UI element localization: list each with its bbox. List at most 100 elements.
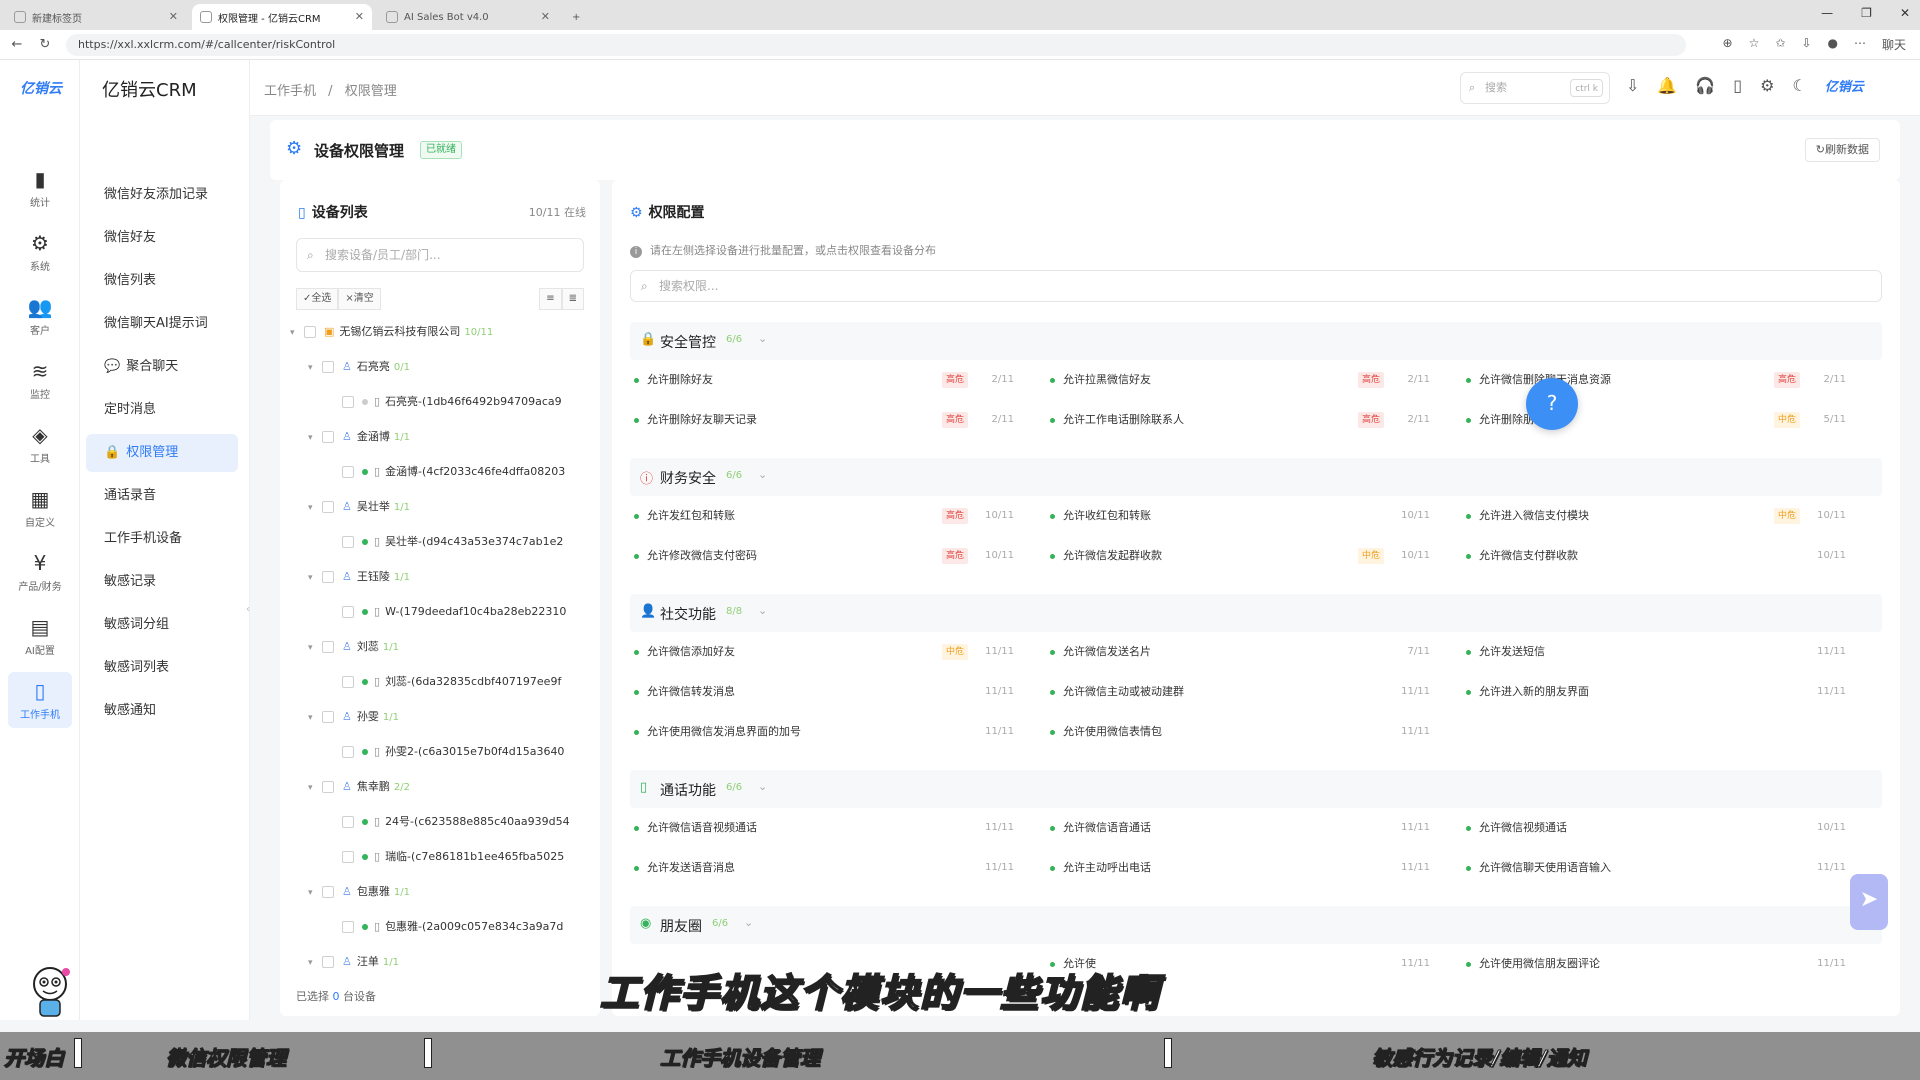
permission-item[interactable]: 允许进入新的朋友界面 11/11 — [1466, 682, 1846, 702]
device-node[interactable]: ▯ 刘蕊-(6da32835cdbf407197ee9f — [342, 670, 590, 694]
browser-tab-1[interactable]: 新建标签页 ✕ — [6, 4, 186, 30]
close-icon[interactable]: ✕ — [169, 10, 178, 23]
device-node[interactable]: ▯ 孙雯2-(c6a3015e7b0f4d15a3640 — [342, 740, 590, 764]
permission-section-header[interactable]: 👤 社交功能 8/8 ⌄ — [630, 594, 1882, 632]
chevron-down-icon[interactable]: ⌄ — [758, 780, 767, 793]
chevron-down-icon[interactable]: ⌄ — [758, 468, 767, 481]
permission-item[interactable]: 允许发红包和转账 高危 10/11 — [634, 506, 1014, 526]
caret-icon[interactable]: ▾ — [308, 636, 322, 659]
collapse-handle[interactable]: ‹ — [246, 604, 250, 615]
rail-item-1[interactable]: ⚙ 系统 — [8, 224, 72, 280]
clear-button[interactable]: ×清空 — [338, 288, 381, 310]
permission-item[interactable]: 允许删除朋友圈 中危 5/11 — [1466, 410, 1846, 430]
caret-icon[interactable]: ▾ — [308, 706, 322, 729]
checkbox[interactable] — [342, 851, 354, 863]
caret-icon[interactable]: ▾ — [308, 776, 322, 799]
chevron-down-icon[interactable]: ⌄ — [758, 604, 767, 617]
menu-item-1[interactable]: 微信好友 — [86, 219, 238, 257]
permission-section-header[interactable]: ◉ 朋友圈 6/6 ⌄ — [630, 906, 1882, 944]
caret-icon[interactable]: ▾ — [290, 321, 304, 344]
checkbox[interactable] — [322, 431, 334, 443]
permission-item[interactable]: 允许使用微信表情包 11/11 — [1050, 722, 1430, 742]
checkbox[interactable] — [322, 501, 334, 513]
company-node[interactable]: ▾ ▣ 无锡亿销云科技有限公司 10/11 — [290, 320, 590, 344]
permission-item[interactable]: 允许微信视频通话 10/11 — [1466, 818, 1846, 838]
settings-icon[interactable]: ⚙ — [1760, 76, 1774, 95]
breadcrumb-item[interactable]: 工作手机 — [264, 84, 316, 99]
checkbox[interactable] — [322, 361, 334, 373]
menu-item-11[interactable]: 敏感词列表 — [86, 649, 238, 687]
rail-item-0[interactable]: ▮ 统计 — [8, 160, 72, 216]
rail-item-7[interactable]: ▤ AI配置 — [8, 608, 72, 664]
maximize-icon[interactable]: ❐ — [1861, 6, 1872, 20]
checkbox[interactable] — [322, 571, 334, 583]
menu-item-5[interactable]: 定时消息 — [86, 391, 238, 429]
checkbox[interactable] — [322, 886, 334, 898]
employee-node[interactable]: ▾ ♙ 刘蕊 1/1 — [308, 635, 590, 659]
permission-item[interactable]: 允许微信发起群收款 中危 10/11 — [1050, 546, 1430, 566]
permission-item[interactable]: 允许微信语音通话 11/11 — [1050, 818, 1430, 838]
zoom-icon[interactable]: ⊕ — [1723, 36, 1733, 53]
download-icon[interactable]: ⇩ — [1626, 76, 1639, 95]
menu-item-3[interactable]: 微信聊天AI提示词 — [86, 305, 238, 343]
rail-item-3[interactable]: ≋ 监控 — [8, 352, 72, 408]
device-node[interactable]: ▯ 吴壮举-(d94c43a53e374c7ab1e2 — [342, 530, 590, 554]
employee-node[interactable]: ▾ ♙ 王钰陵 1/1 — [308, 565, 590, 589]
help-button[interactable]: ? — [1526, 378, 1578, 430]
permission-section-header[interactable]: ▯ 通话功能 6/6 ⌄ — [630, 770, 1882, 808]
chevron-down-icon[interactable]: ⌄ — [758, 332, 767, 345]
rail-item-4[interactable]: ◈ 工具 — [8, 416, 72, 472]
caret-icon[interactable]: ▾ — [308, 951, 322, 974]
phone-icon[interactable]: ▯ — [1733, 76, 1742, 95]
permission-item[interactable]: 允许微信发送名片 7/11 — [1050, 642, 1430, 662]
menu-item-6[interactable]: 🔒 权限管理 — [86, 434, 238, 472]
chevron-down-icon[interactable]: ⌄ — [744, 916, 753, 929]
checkbox[interactable] — [322, 956, 334, 968]
caret-icon[interactable]: ▾ — [308, 426, 322, 449]
device-node[interactable]: ▯ 包惠雅-(2a009c057e834c3a9a7d — [342, 915, 590, 939]
rail-item-5[interactable]: ▦ 自定义 — [8, 480, 72, 536]
permission-item[interactable]: 允许微信语音视频通话 11/11 — [634, 818, 1014, 838]
permission-item[interactable]: 允许微信添加好友 中危 11/11 — [634, 642, 1014, 662]
checkbox[interactable] — [342, 921, 354, 933]
bell-icon[interactable]: 🔔 — [1657, 76, 1677, 95]
menu-item-12[interactable]: 敏感通知 — [86, 692, 238, 730]
permission-item[interactable]: 允许微信支付群收款 10/11 — [1466, 546, 1846, 566]
permission-item[interactable]: 允许删除好友聊天记录 高危 2/11 — [634, 410, 1014, 430]
menu-item-2[interactable]: 微信列表 — [86, 262, 238, 300]
url-field[interactable]: https://xxl.xxlcrm.com/#/callcenter/risk… — [66, 33, 1686, 56]
device-search-input[interactable]: ⌕ 搜索设备/员工/部门... — [296, 238, 584, 272]
checkbox[interactable] — [342, 396, 354, 408]
permission-item[interactable]: 允许发送短信 11/11 — [1466, 642, 1846, 662]
headset-icon[interactable]: 🎧 — [1695, 76, 1715, 95]
menu-item-10[interactable]: 敏感词分组 — [86, 606, 238, 644]
permission-item[interactable]: 允许工作电话删除联系人 高危 2/11 — [1050, 410, 1430, 430]
checkbox[interactable] — [322, 641, 334, 653]
menu-item-0[interactable]: 微信好友添加记录 — [86, 176, 238, 214]
close-icon[interactable]: ✕ — [541, 10, 550, 23]
permission-item[interactable]: 允许使用微信发消息界面的加号 11/11 — [634, 722, 1014, 742]
floating-assistant-button[interactable]: ➤ — [1850, 874, 1888, 930]
permission-item[interactable]: 允许拉黑微信好友 高危 2/11 — [1050, 370, 1430, 390]
compact-view-icon[interactable]: ≣ — [561, 288, 584, 310]
global-search-input[interactable]: ⌕ 搜索 ctrl k — [1460, 72, 1610, 104]
browser-tab-3[interactable]: AI Sales Bot v4.0 ✕ — [378, 4, 558, 30]
caret-icon[interactable]: ▾ — [308, 566, 322, 589]
permission-item[interactable]: 允许修改微信支付密码 高危 10/11 — [634, 546, 1014, 566]
minimize-icon[interactable]: — — [1821, 6, 1833, 20]
permission-item[interactable]: 允许微信聊天使用语音输入 11/11 — [1466, 858, 1846, 878]
permission-item[interactable]: 允许收红包和转账 10/11 — [1050, 506, 1430, 526]
caret-icon[interactable]: ▾ — [308, 356, 322, 379]
employee-node[interactable]: ▾ ♙ 焦幸鹏 2/2 — [308, 775, 590, 799]
back-icon[interactable]: ← — [6, 37, 28, 52]
permission-item[interactable]: 允许发送语音消息 11/11 — [634, 858, 1014, 878]
permission-item[interactable]: 允许微信删除聊天消息资源高危2/11 — [1466, 370, 1846, 390]
select-all-button[interactable]: ✓全选 — [296, 288, 339, 310]
employee-node[interactable]: ▾ ♙ 包惠雅 1/1 — [308, 880, 590, 904]
permission-item[interactable]: 允许使用微信朋友圈评论 11/11 — [1466, 954, 1846, 974]
device-node[interactable]: ▯ 24号-(c623588e885c40aa939d54 — [342, 810, 590, 834]
star-icon[interactable]: ☆ — [1749, 36, 1760, 53]
caret-icon[interactable]: ▾ — [308, 881, 322, 904]
employee-node[interactable]: ▾ ♙ 金涵博 1/1 — [308, 425, 590, 449]
close-icon[interactable]: ✕ — [1900, 6, 1910, 20]
